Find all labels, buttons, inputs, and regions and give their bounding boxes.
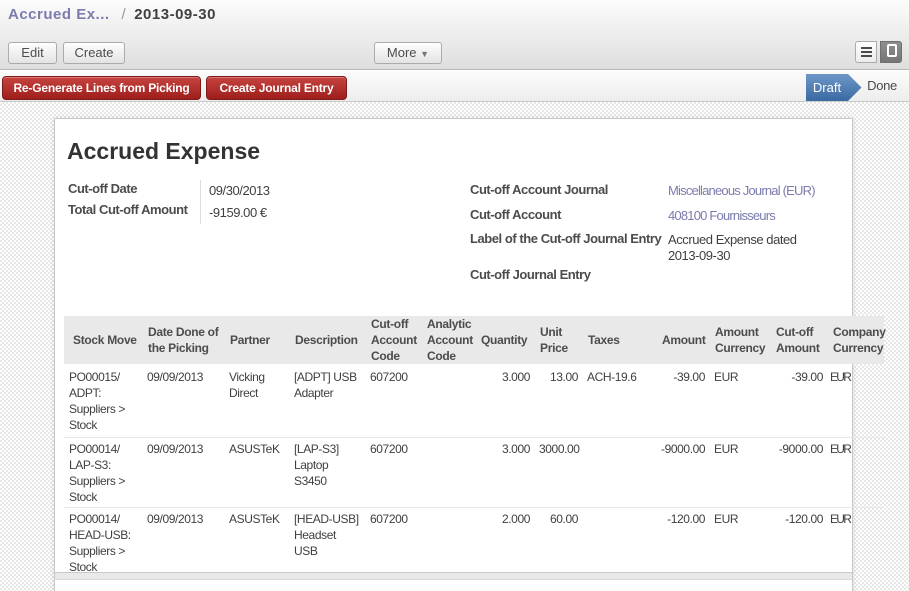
svg-text:Draft: Draft	[813, 80, 842, 95]
